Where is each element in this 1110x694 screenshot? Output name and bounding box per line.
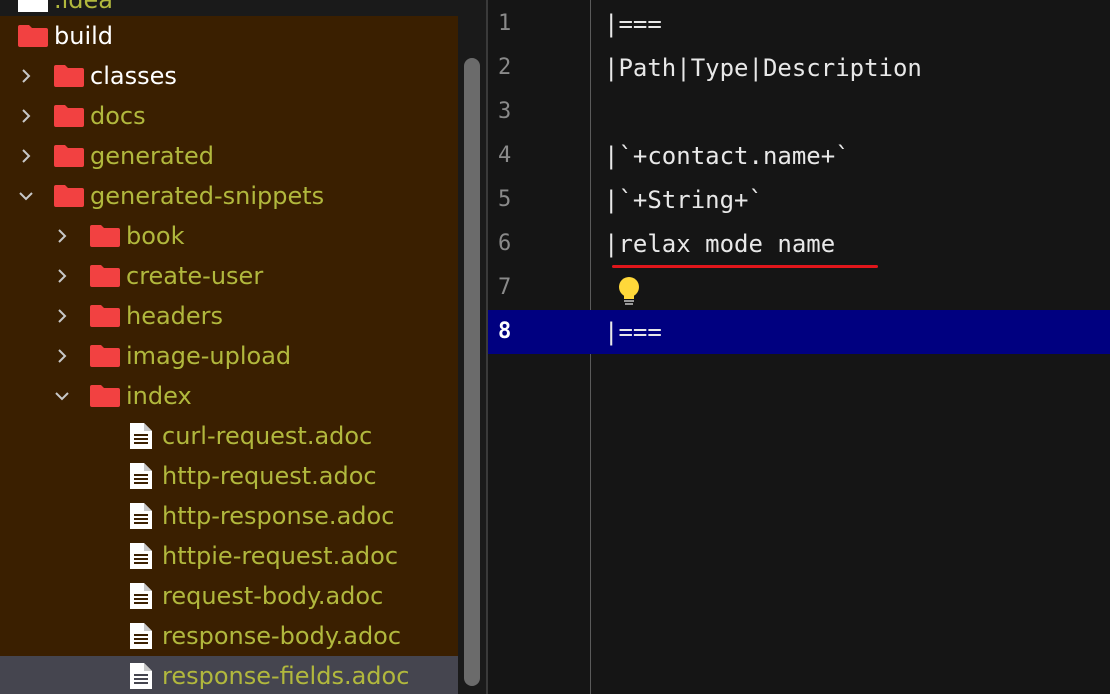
tree-item-label: request-body.adoc	[162, 582, 384, 610]
folder-icon	[90, 265, 120, 287]
line-text[interactable]: |`+contact.name+`	[604, 142, 850, 170]
chevron-down-icon[interactable]	[54, 388, 70, 404]
tree-item-label: index	[126, 382, 192, 410]
line-number: 4	[498, 143, 512, 168]
chevron-right-icon[interactable]	[18, 108, 34, 124]
tree-item-label: response-body.adoc	[162, 622, 402, 650]
document-file-icon	[130, 543, 152, 569]
code-line-5[interactable]: 5 |`+String+`	[488, 178, 1110, 222]
line-number: 7	[498, 275, 512, 300]
tree-item-response-body[interactable]: response-body.adoc	[0, 616, 458, 656]
tree-item-httpie-request[interactable]: httpie-request.adoc	[0, 536, 458, 576]
tree-item-book[interactable]: book	[0, 216, 458, 256]
folder-icon	[90, 305, 120, 327]
code-line-8-current[interactable]: 8 |===	[488, 310, 1110, 354]
code-line-7[interactable]: 7	[488, 266, 1110, 310]
tree-item-label: curl-request.adoc	[162, 422, 373, 450]
folder-icon	[18, 0, 48, 16]
tree-item-label: build	[54, 22, 114, 50]
folder-icon	[54, 185, 84, 207]
folder-icon	[54, 65, 84, 87]
line-text[interactable]: |`+String+`	[604, 186, 763, 214]
code-line-3[interactable]: 3	[488, 90, 1110, 134]
tree-item-label: .idea	[54, 0, 114, 14]
chevron-right-icon[interactable]	[54, 348, 70, 364]
tree-item-label: create-user	[126, 262, 264, 290]
code-line-4[interactable]: 4 |`+contact.name+`	[488, 134, 1110, 178]
document-file-icon	[130, 503, 152, 529]
tree-item-response-fields[interactable]: response-fields.adoc	[0, 656, 458, 694]
folder-icon	[18, 25, 48, 47]
line-text[interactable]: |===	[604, 318, 662, 346]
tree-item-generated-snippets[interactable]: generated-snippets	[0, 176, 458, 216]
line-number: 2	[498, 55, 512, 80]
folder-icon	[54, 145, 84, 167]
tree-item-label: book	[126, 222, 185, 250]
tree-item-generated[interactable]: generated	[0, 136, 458, 176]
tree-item-image-upload[interactable]: image-upload	[0, 336, 458, 376]
tree-item-label: http-response.adoc	[162, 502, 395, 530]
folder-icon	[90, 225, 120, 247]
tree-item-docs[interactable]: docs	[0, 96, 458, 136]
document-file-icon	[130, 423, 152, 449]
project-tree-panel: .idea build classes docs generated gener…	[0, 0, 458, 694]
tree-item-label: httpie-request.adoc	[162, 542, 399, 570]
folder-icon	[54, 105, 84, 127]
document-file-icon	[130, 583, 152, 609]
tree-item-label: headers	[126, 302, 224, 330]
folder-icon	[90, 345, 120, 367]
tree-item-classes[interactable]: classes	[0, 56, 458, 96]
tree-item-label: generated-snippets	[90, 182, 325, 210]
folder-icon	[90, 385, 120, 407]
line-number: 1	[498, 11, 512, 36]
code-line-2[interactable]: 2 |Path|Type|Description	[488, 46, 1110, 90]
tree-item-label: http-request.adoc	[162, 462, 377, 490]
code-line-6[interactable]: 6 |relax mode name	[488, 222, 1110, 266]
chevron-right-icon[interactable]	[54, 308, 70, 324]
code-line-1[interactable]: 1 |===	[488, 2, 1110, 46]
tree-item-http-request[interactable]: http-request.adoc	[0, 456, 458, 496]
ide-window: .idea build classes docs generated gener…	[0, 0, 1110, 694]
code-editor[interactable]: 1 |=== 2 |Path|Type|Description 3 4 |`+c…	[488, 0, 1110, 694]
document-file-icon	[130, 663, 152, 689]
tree-item-index[interactable]: index	[0, 376, 458, 416]
tree-item-request-body[interactable]: request-body.adoc	[0, 576, 458, 616]
spelling-error-underline	[612, 265, 878, 268]
line-text[interactable]: |Path|Type|Description	[604, 54, 922, 82]
tree-item-label: docs	[90, 102, 146, 130]
tree-item-label: classes	[90, 62, 177, 90]
line-number: 3	[498, 99, 512, 124]
tree-item-http-response[interactable]: http-response.adoc	[0, 496, 458, 536]
tree-item-headers[interactable]: headers	[0, 296, 458, 336]
chevron-down-icon[interactable]	[18, 188, 34, 204]
tree-item-create-user[interactable]: create-user	[0, 256, 458, 296]
tree-item-label: image-upload	[126, 342, 292, 370]
document-file-icon	[130, 463, 152, 489]
line-number: 8	[498, 319, 512, 344]
chevron-right-icon[interactable]	[54, 268, 70, 284]
document-file-icon	[130, 623, 152, 649]
chevron-right-icon[interactable]	[54, 228, 70, 244]
tree-item-build[interactable]: build	[0, 16, 458, 56]
line-number: 5	[498, 187, 512, 212]
tree-scrollbar-thumb[interactable]	[464, 58, 480, 686]
chevron-right-icon[interactable]	[18, 148, 34, 164]
tree-item-curl-request[interactable]: curl-request.adoc	[0, 416, 458, 456]
line-text[interactable]: |===	[604, 10, 662, 38]
line-number: 6	[498, 231, 512, 256]
tree-item-label: response-fields.adoc	[162, 662, 410, 690]
tree-item-label: generated	[90, 142, 214, 170]
line-text[interactable]: |relax mode name	[604, 230, 835, 258]
lightbulb-icon[interactable]	[616, 276, 642, 308]
chevron-right-icon[interactable]	[18, 68, 34, 84]
